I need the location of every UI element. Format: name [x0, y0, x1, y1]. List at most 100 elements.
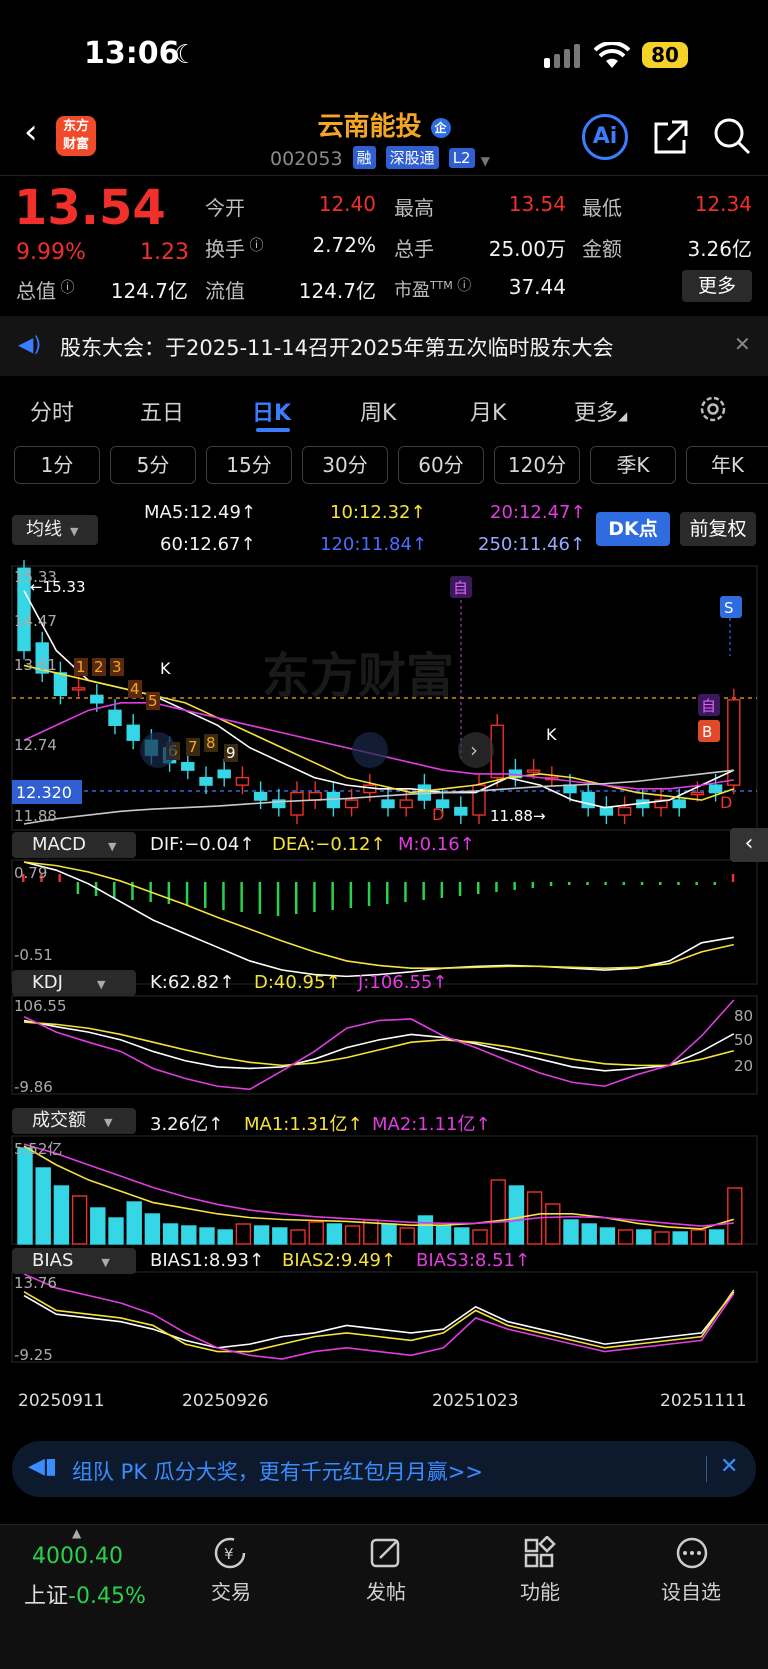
ma5-legend: MA5:12.49↑: [144, 502, 256, 523]
period-15min[interactable]: 15分: [206, 446, 292, 484]
volume-bar: [71, 1195, 88, 1245]
chevron-down-icon: ▼: [480, 154, 490, 168]
tab-monthly-k[interactable]: 月K: [470, 395, 506, 427]
candle: [399, 799, 413, 809]
period-30min[interactable]: 30分: [302, 446, 388, 484]
macd-bar: [240, 882, 243, 912]
collapse-panel-button[interactable]: ‹: [730, 828, 768, 862]
volume-bar: [162, 1223, 179, 1245]
mktcap-value: 124.7亿: [110, 279, 188, 303]
nav-trade[interactable]: 交易: [186, 1576, 276, 1605]
volume-bar: [235, 1223, 252, 1245]
mktcap-label: 总值 ⓘ: [16, 279, 75, 303]
bias3-line: [23, 1273, 735, 1360]
tab-intraday[interactable]: 分时: [30, 395, 74, 427]
macd-bar: [568, 882, 571, 885]
candle: [308, 791, 322, 801]
notice-text: 股东大会：于2025-11-14召开2025年第五次临时股东大会: [60, 336, 614, 360]
svg-text:自: 自: [701, 697, 716, 715]
dk-point-button[interactable]: DK点: [596, 512, 670, 546]
speaker-icon: ◀): [18, 332, 42, 356]
macd-bar: [477, 882, 480, 894]
forward-adjust-button[interactable]: 前复权: [680, 512, 756, 546]
volume-bar: [472, 1229, 488, 1245]
candle: [181, 761, 195, 771]
volume-bar: [435, 1225, 452, 1245]
macd-bar: [404, 882, 407, 902]
index-row[interactable]: 上证-0.45%: [24, 1578, 146, 1610]
signal-icon: [544, 44, 580, 68]
volume-bar: [708, 1229, 725, 1245]
period-5min[interactable]: 5分: [110, 446, 196, 484]
trade-icon[interactable]: ¥: [212, 1536, 248, 1570]
vol-value: 3.26亿↑: [150, 1114, 224, 1135]
tab-weekly-k[interactable]: 周K: [360, 395, 396, 427]
more-button[interactable]: 更多: [682, 270, 752, 302]
date-3: 20251023: [432, 1391, 519, 1411]
macd-bar: [659, 882, 662, 885]
macd-bar: [713, 882, 717, 885]
ma-selector-button[interactable]: 均线 ▼: [12, 515, 98, 545]
search-icon[interactable]: [712, 116, 752, 156]
period-60min[interactable]: 60分: [398, 446, 484, 484]
expand-up-icon[interactable]: ▲: [72, 1526, 81, 1540]
period-120min[interactable]: 120分: [494, 446, 580, 484]
kline-y-cur: 12.320: [16, 783, 72, 802]
functions-icon[interactable]: [522, 1536, 558, 1570]
add-watchlist-icon[interactable]: [674, 1536, 710, 1570]
sequence-marker: 7: [188, 738, 198, 756]
volume-bar: [308, 1221, 324, 1245]
macd-bar: [113, 882, 116, 898]
kdj-selector[interactable]: KDJ ▼: [12, 970, 136, 996]
volume-bar: [508, 1185, 525, 1245]
wifi-icon: [594, 42, 630, 68]
watermark: 东方财富: [262, 648, 454, 704]
sequence-marker: 8: [206, 734, 216, 752]
settings-gear-icon[interactable]: [698, 394, 728, 424]
scroll-left-button: [140, 732, 176, 768]
period-1min[interactable]: 1分: [14, 446, 100, 484]
kline-y-4: 12.74: [14, 736, 57, 754]
volume-bar: [654, 1231, 670, 1245]
tab-more[interactable]: 更多◢: [574, 395, 627, 427]
volume-bar: [217, 1229, 233, 1245]
macd-selector[interactable]: MACD ▼: [12, 832, 136, 858]
banner-close-icon[interactable]: ✕: [720, 1454, 738, 1479]
period-quarter[interactable]: 季K: [590, 446, 676, 484]
vol-selector[interactable]: 成交额 ▼: [12, 1108, 136, 1134]
candle: [381, 799, 395, 809]
bias-y-top: 13.76: [14, 1274, 57, 1292]
bias2-line: [23, 1289, 735, 1353]
high-label: 最高: [394, 196, 434, 220]
macd-bar: [677, 882, 680, 885]
kline-y-bottom: 11.88: [14, 807, 57, 825]
macd-bar: [695, 882, 698, 885]
period-year[interactable]: 年K: [686, 446, 768, 484]
macd-bar: [76, 882, 80, 894]
macd-bar: [185, 882, 189, 906]
nav-post[interactable]: 发帖: [341, 1576, 431, 1605]
tab-five-day[interactable]: 五日: [140, 395, 184, 427]
kdj-y-top: 106.55: [14, 997, 67, 1015]
tab-daily-k[interactable]: 日K: [252, 395, 291, 427]
enterprise-badge: 企: [430, 118, 451, 138]
bias-selector[interactable]: BIAS ▼: [12, 1248, 136, 1274]
macd-bar: [204, 882, 207, 908]
candle: [454, 806, 468, 816]
macd-bar: [331, 882, 334, 910]
post-icon[interactable]: [368, 1536, 404, 1570]
ai-button[interactable]: Ai: [582, 114, 628, 160]
nav-functions[interactable]: 功能: [495, 1576, 585, 1605]
volume-value: 25.00万: [488, 237, 566, 261]
high-value: 13.54: [508, 192, 566, 216]
share-icon[interactable]: [652, 118, 690, 156]
amount-value: 3.26亿: [687, 237, 752, 261]
d-marker-1: D: [432, 805, 444, 824]
close-icon[interactable]: ✕: [734, 332, 751, 356]
kdj-j: J:106.55↑: [358, 972, 448, 993]
ma60-line: [23, 769, 734, 825]
nav-add-watchlist[interactable]: 设自选: [646, 1576, 736, 1605]
status-time: 13:06: [84, 36, 180, 71]
index-value[interactable]: 4000.40: [32, 1544, 123, 1569]
candle: [617, 806, 632, 816]
